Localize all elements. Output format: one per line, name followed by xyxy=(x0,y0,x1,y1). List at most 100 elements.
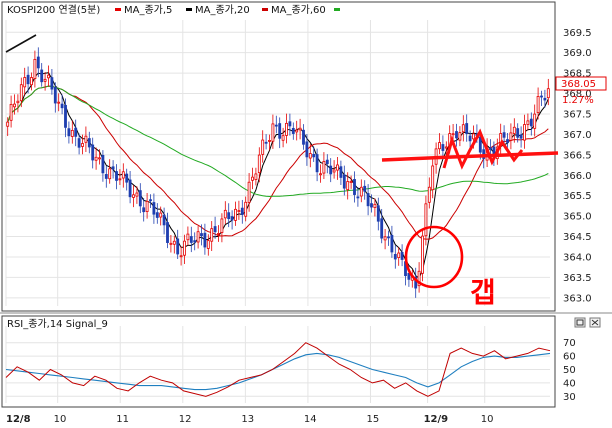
x-tick-label: 12 xyxy=(179,414,192,425)
legend-ma20: MA_종가,20 xyxy=(195,4,250,16)
candle-body xyxy=(149,199,152,202)
candle-body xyxy=(546,88,550,99)
candle-body xyxy=(332,169,336,173)
candle-body xyxy=(210,228,214,242)
legend-ma5: MA_종가,5 xyxy=(124,4,172,16)
candle-body xyxy=(138,190,142,207)
candle-body xyxy=(67,128,71,137)
candle-body xyxy=(186,233,190,241)
candle-body xyxy=(135,192,139,197)
candle-body xyxy=(53,86,57,104)
candle-body xyxy=(529,118,533,127)
candle-body xyxy=(506,139,509,143)
candle-body xyxy=(16,100,20,104)
candle-body xyxy=(108,168,112,180)
panel-close-button[interactable] xyxy=(589,317,601,328)
legend-ma5-swatch xyxy=(115,8,121,11)
candle-body xyxy=(278,123,282,139)
candle-body xyxy=(281,135,285,141)
candle-body xyxy=(111,166,115,170)
candle-body xyxy=(36,56,40,69)
candle-body xyxy=(329,165,333,175)
candle-body xyxy=(142,207,146,213)
candle-body xyxy=(115,171,118,181)
legend-ma60-swatch xyxy=(262,8,268,11)
candle-body xyxy=(43,78,47,82)
candle-body xyxy=(247,181,251,203)
candle-body xyxy=(98,157,101,160)
candle-body xyxy=(363,185,367,192)
candle-body xyxy=(64,104,67,128)
price-tick-label: 366.5 xyxy=(563,150,592,161)
x-tick-label: 11 xyxy=(116,414,129,425)
candle-body xyxy=(60,103,64,109)
candle-body xyxy=(87,138,91,148)
candle-body xyxy=(261,139,265,155)
candle-body xyxy=(118,178,122,181)
candle-body xyxy=(438,142,441,150)
candle-body xyxy=(220,218,224,233)
candle-body xyxy=(400,252,404,260)
candle-body xyxy=(295,129,299,133)
candle-body xyxy=(132,194,135,198)
x-tick-label: 15 xyxy=(366,414,379,425)
candle-body xyxy=(393,253,397,260)
rsi-tick-label: 40 xyxy=(563,378,576,389)
candle-body xyxy=(57,101,61,104)
candle-body xyxy=(172,240,176,245)
rsi-tick-label: 70 xyxy=(563,338,576,349)
candle-body xyxy=(91,144,95,161)
candle-body xyxy=(166,222,169,243)
legend-ma60: MA_종가,60 xyxy=(271,4,326,16)
candle-body xyxy=(254,173,258,180)
candle-body xyxy=(162,214,166,226)
candle-body xyxy=(183,240,186,256)
price-tick-label: 365.5 xyxy=(563,191,592,202)
candle-body xyxy=(244,201,248,217)
price-tick-label: 369.0 xyxy=(563,48,592,59)
candle-body xyxy=(274,124,278,127)
candle-body xyxy=(427,186,431,203)
x-tick-label: 10 xyxy=(481,414,494,425)
candle-body xyxy=(356,196,360,199)
candle-body xyxy=(478,136,482,153)
candle-body xyxy=(387,236,390,239)
x-tick-label: 10 xyxy=(54,414,67,425)
candle-body xyxy=(84,135,88,143)
candle-body xyxy=(319,173,322,176)
candle-body xyxy=(50,77,54,90)
chart-window: 363.0 363.5 364.0 364.5 365.0 365.5 366.0 366.5… xyxy=(0,0,612,428)
candle-body xyxy=(308,153,312,159)
price-tick-label: 363.0 xyxy=(563,293,592,304)
candle-body xyxy=(152,202,156,215)
candle-body xyxy=(223,209,227,219)
candle-body xyxy=(342,174,346,189)
candle-body xyxy=(359,186,363,197)
candle-body xyxy=(94,156,98,161)
rsi-tick-label: 30 xyxy=(563,392,576,403)
candle-body xyxy=(516,128,520,138)
candle-body xyxy=(366,193,370,207)
candle-body xyxy=(9,103,13,121)
candle-body xyxy=(70,129,74,137)
candle-body xyxy=(298,127,302,131)
candle-body xyxy=(489,147,492,150)
candle-body xyxy=(47,74,50,79)
candle-body xyxy=(543,97,547,101)
candle-body xyxy=(121,171,125,179)
candle-body xyxy=(77,138,81,148)
panel-maximize-button[interactable] xyxy=(574,317,586,328)
candle-body xyxy=(268,140,271,142)
candle-body xyxy=(461,124,465,133)
candle-body xyxy=(155,212,159,218)
candle-body xyxy=(339,166,343,178)
candle-body xyxy=(285,122,288,136)
candle-body xyxy=(373,203,377,208)
candle-body xyxy=(203,232,207,248)
candle-body xyxy=(176,238,180,255)
annotation-gap-label: 갭 xyxy=(470,276,496,309)
candle-body xyxy=(502,132,506,138)
candle-body xyxy=(227,212,231,220)
candle-body xyxy=(101,154,105,174)
candle-body xyxy=(451,133,455,136)
